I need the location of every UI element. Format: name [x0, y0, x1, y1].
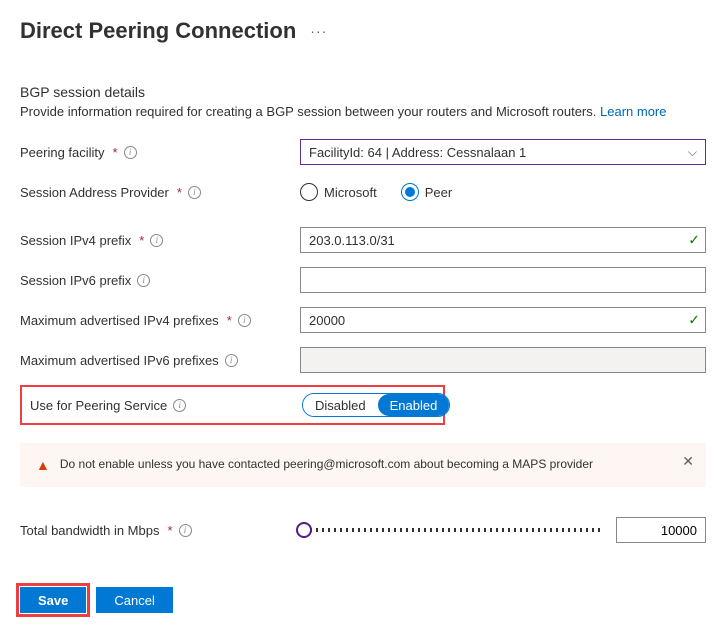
- radio-peer-label: Peer: [425, 185, 452, 200]
- required-marker: *: [113, 145, 118, 160]
- toggle-disabled[interactable]: Disabled: [303, 394, 378, 416]
- info-icon[interactable]: i: [238, 314, 251, 327]
- peering-service-label: Use for Peering Service: [30, 398, 167, 413]
- max-ipv6-label: Maximum advertised IPv6 prefixes: [20, 353, 219, 368]
- page-title: Direct Peering Connection: [20, 18, 296, 44]
- more-actions-icon[interactable]: ···: [310, 23, 327, 39]
- radio-microsoft[interactable]: Microsoft: [300, 183, 377, 201]
- info-icon[interactable]: i: [150, 234, 163, 247]
- peering-facility-select[interactable]: FacilityId: 64 | Address: Cessnalaan 1 ⌵: [300, 139, 706, 165]
- warning-banner: ▲ Do not enable unless you have contacte…: [20, 443, 706, 487]
- radio-microsoft-label: Microsoft: [324, 185, 377, 200]
- ipv4-prefix-input[interactable]: [300, 227, 706, 253]
- peering-service-toggle[interactable]: Disabled Enabled: [302, 393, 450, 417]
- required-marker: *: [167, 523, 172, 538]
- session-address-provider-label: Session Address Provider: [20, 185, 169, 200]
- ipv4-prefix-label: Session IPv4 prefix: [20, 233, 131, 248]
- warning-text: Do not enable unless you have contacted …: [60, 457, 593, 471]
- info-icon[interactable]: i: [124, 146, 137, 159]
- peering-service-highlight: Use for Peering Service i Disabled Enabl…: [20, 385, 445, 425]
- section-subtext-text: Provide information required for creatin…: [20, 104, 596, 119]
- slider-thumb-icon[interactable]: [296, 522, 312, 538]
- cancel-button[interactable]: Cancel: [96, 587, 172, 613]
- ipv6-prefix-input[interactable]: [300, 267, 706, 293]
- peering-facility-value: FacilityId: 64 | Address: Cessnalaan 1: [309, 145, 526, 160]
- required-marker: *: [227, 313, 232, 328]
- max-ipv6-input: [300, 347, 706, 373]
- bandwidth-label: Total bandwidth in Mbps: [20, 523, 159, 538]
- info-icon[interactable]: i: [173, 399, 186, 412]
- ipv6-prefix-label: Session IPv6 prefix: [20, 273, 131, 288]
- section-subtext: Provide information required for creatin…: [20, 104, 706, 119]
- required-marker: *: [177, 185, 182, 200]
- info-icon[interactable]: i: [225, 354, 238, 367]
- bandwidth-slider[interactable]: [304, 528, 604, 532]
- radio-dot-icon: [405, 187, 415, 197]
- section-heading: BGP session details: [20, 84, 706, 100]
- warning-icon: ▲: [36, 457, 50, 473]
- max-ipv4-label: Maximum advertised IPv4 prefixes: [20, 313, 219, 328]
- bandwidth-value-input[interactable]: [616, 517, 706, 543]
- radio-peer[interactable]: Peer: [401, 183, 452, 201]
- max-ipv4-input[interactable]: [300, 307, 706, 333]
- save-button[interactable]: Save: [20, 587, 86, 613]
- peering-facility-label: Peering facility: [20, 145, 105, 160]
- chevron-down-icon: ⌵: [688, 145, 697, 160]
- learn-more-link[interactable]: Learn more: [600, 104, 666, 119]
- required-marker: *: [139, 233, 144, 248]
- info-icon[interactable]: i: [179, 524, 192, 537]
- close-icon[interactable]: ✕: [682, 453, 694, 470]
- radio-circle-icon: [401, 183, 419, 201]
- info-icon[interactable]: i: [188, 186, 201, 199]
- radio-circle-icon: [300, 183, 318, 201]
- info-icon[interactable]: i: [137, 274, 150, 287]
- toggle-enabled[interactable]: Enabled: [378, 394, 450, 416]
